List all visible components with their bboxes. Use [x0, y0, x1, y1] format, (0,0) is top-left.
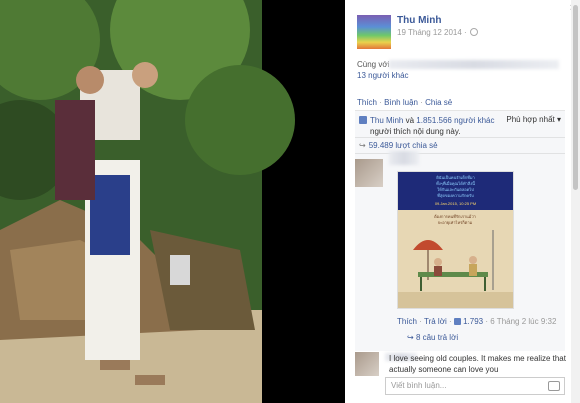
commenter-avatar[interactable]	[355, 159, 383, 187]
divider	[355, 153, 565, 154]
tagged-prefix: Cùng với	[357, 60, 390, 69]
meta-separator: ·	[419, 317, 422, 326]
reply-icon: ↪	[407, 333, 414, 342]
share-icon: ↪	[359, 141, 366, 150]
post-date-text[interactable]: 19 Tháng 12 2014 ·	[397, 28, 467, 37]
meme-text: ดิฉันเป็นคนรักเด็กที่มา	[436, 175, 475, 180]
comment-meta: Thích · Trả lời · 1.793 · 6 Tháng 2 lúc …	[397, 317, 556, 326]
like-count-link[interactable]: 1.851.566 người khác	[416, 116, 494, 125]
replies-text[interactable]: 8 câu trả lời	[416, 333, 458, 342]
meme-highlight: 09.Jan.2015, 10:25 PM	[434, 201, 477, 206]
scrollbar-thumb[interactable]	[573, 5, 578, 190]
meme-illustration: ต้องการคนที่รักเราแม้ว่า จะอายุเท่าไหร่ก…	[398, 210, 513, 308]
tagged-names-redacted	[389, 60, 559, 69]
commenter-avatar[interactable]	[355, 352, 379, 376]
like-and: và	[405, 116, 415, 125]
author-name[interactable]: Thu Minh	[397, 15, 441, 26]
post-panel: × Thu Minh 19 Tháng 12 2014 · Cùng với 1…	[345, 0, 580, 403]
ufi-box: Thu Minh và 1.851.566 người khác người t…	[355, 110, 565, 351]
share-count-text[interactable]: 59.489 lượt chia sẻ	[369, 141, 438, 150]
meta-separator: ·	[448, 317, 452, 326]
comment-reply-link[interactable]: Trả lời	[424, 317, 447, 326]
meme-text: ทั้งๆที่เมื่อคุณได้ทำสิ่งนี้	[436, 181, 475, 186]
post-date[interactable]: 19 Tháng 12 2014 ·	[397, 28, 478, 37]
like-link[interactable]: Thích	[357, 98, 377, 107]
comment-like-link[interactable]: Thích	[397, 317, 417, 326]
sort-dropdown[interactable]: Phù hợp nhất ▾	[506, 115, 561, 124]
comment-image[interactable]: ดิฉันเป็นคนรักเด็กที่มา ทั้งๆที่เมื่อคุณ…	[397, 171, 514, 309]
globe-icon	[469, 28, 478, 36]
meme-text: ต้องการคนที่รักเราแม้ว่า	[434, 214, 476, 219]
comment-time[interactable]: 6 Tháng 2 lúc 9:32	[490, 317, 556, 326]
post-actions: Thích · Bình luận · Chia sẻ	[357, 98, 452, 107]
tagged-others-link[interactable]: 13 người khác	[357, 71, 409, 80]
camera-icon[interactable]	[548, 381, 560, 391]
meme-top-panel: ดิฉันเป็นคนรักเด็กที่มา ทั้งๆที่เมื่อคุณ…	[398, 172, 513, 210]
meme-text: ที่สุดของความรักครับ	[437, 193, 474, 198]
thumbs-up-icon	[359, 116, 367, 124]
commenter-name-redacted	[389, 151, 419, 165]
like-author-link[interactable]: Thu Minh	[370, 116, 403, 125]
post-photo[interactable]	[0, 0, 345, 403]
write-comment-placeholder: Viết bình luận...	[391, 381, 447, 390]
write-comment-input[interactable]: Viết bình luận...	[385, 377, 565, 395]
divider	[355, 137, 565, 138]
action-separator: ·	[379, 98, 382, 107]
comment-link[interactable]: Bình luận	[384, 98, 418, 107]
meme-text: จะอายุเท่าไหร่ก็ตาม	[438, 219, 473, 226]
share-count[interactable]: ↪ 59.489 lượt chia sẻ	[359, 141, 438, 150]
thumbs-up-icon	[453, 318, 461, 325]
comment-text: I love seeing old couples. It makes me r…	[389, 354, 566, 374]
view-replies-link[interactable]: ↪ 8 câu trả lời	[407, 333, 458, 342]
action-separator: ·	[420, 98, 423, 107]
author-avatar[interactable]	[357, 15, 391, 49]
like-tail: người thích nội dung này.	[370, 127, 461, 136]
meme-text: ให้กันและกันตลอดไป	[437, 187, 474, 192]
comment-like-count[interactable]: 1.793	[463, 317, 483, 326]
share-link[interactable]: Chia sẻ	[425, 98, 452, 107]
meta-separator: ·	[485, 317, 489, 326]
